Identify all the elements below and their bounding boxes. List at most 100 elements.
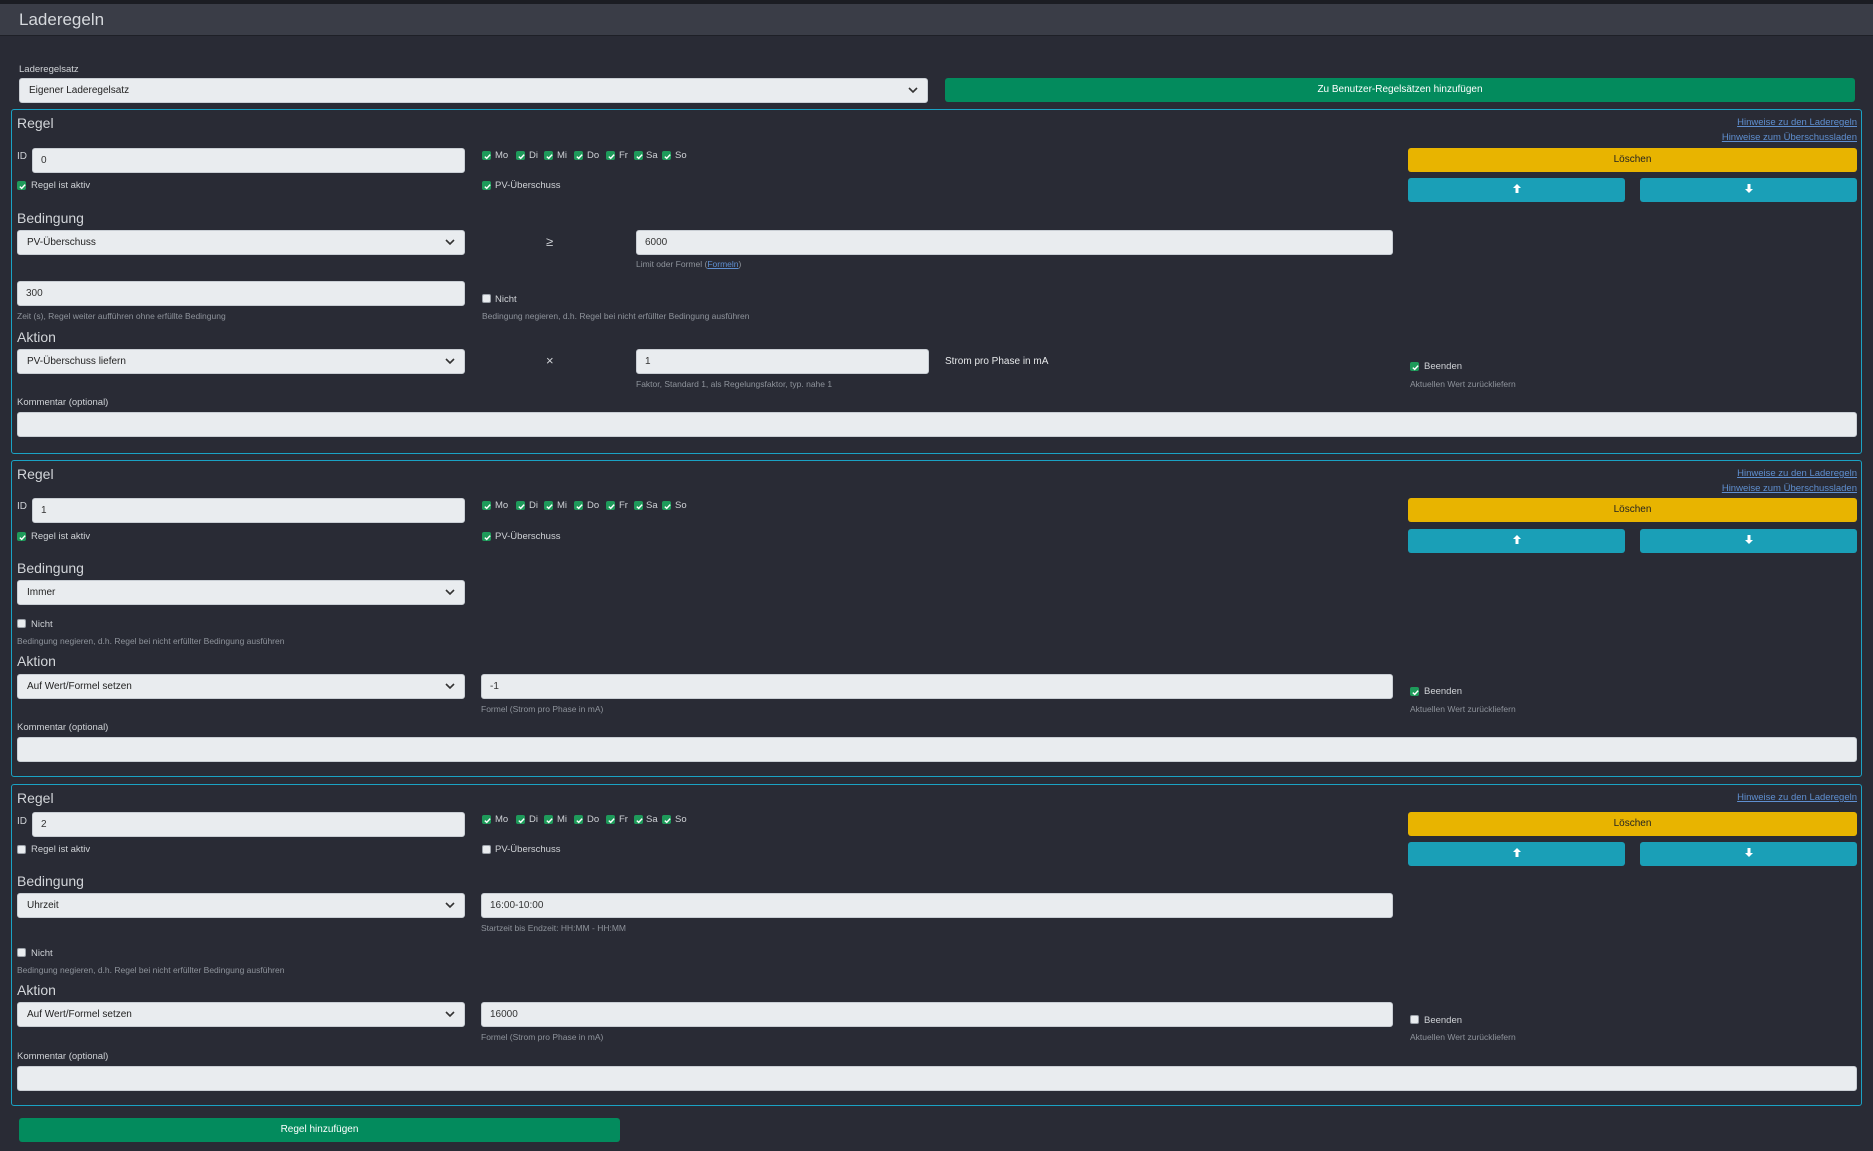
limit-input[interactable]: 6000	[636, 230, 1393, 255]
delete-button[interactable]: Löschen	[1408, 498, 1857, 522]
link-surplus-help[interactable]: Hinweise zum Überschussladen	[1722, 132, 1857, 143]
limit-help-text: Limit oder Formel (	[636, 259, 708, 269]
move-up-button[interactable]	[1408, 178, 1625, 202]
checkbox-fr[interactable]	[606, 501, 615, 510]
value-input[interactable]: 16000	[481, 1002, 1393, 1027]
checkbox-do[interactable]	[574, 815, 583, 824]
value-input[interactable]: -1	[481, 674, 1393, 699]
condition-heading: Bedingung	[17, 560, 84, 576]
finish-checkbox[interactable]	[1410, 1015, 1419, 1024]
checkbox-so[interactable]	[662, 501, 671, 510]
day-label-fr: Fr	[619, 150, 628, 161]
not-label: Nicht	[31, 948, 53, 959]
time-input[interactable]: 300	[17, 281, 465, 306]
checkbox-mi[interactable]	[544, 501, 553, 510]
checkbox-do[interactable]	[574, 151, 583, 160]
checkbox-so[interactable]	[662, 151, 671, 160]
action-select[interactable]: PV-Überschuss liefern	[17, 349, 465, 374]
finish-checkbox[interactable]	[1410, 687, 1419, 696]
day-label-fr: Fr	[619, 814, 628, 825]
delete-button[interactable]: Löschen	[1408, 148, 1857, 172]
day-label-mi: Mi	[557, 814, 568, 825]
checkbox-do[interactable]	[574, 501, 583, 510]
day-label-so: So	[675, 814, 687, 825]
not-checkbox[interactable]	[17, 948, 26, 957]
comment-input[interactable]	[17, 412, 1857, 437]
formulas-link[interactable]: Formeln	[707, 259, 738, 269]
check-icon	[546, 504, 553, 510]
checkbox-mi[interactable]	[544, 151, 553, 160]
day-label-do: Do	[587, 500, 600, 511]
comment-input[interactable]	[17, 1066, 1857, 1091]
move-down-button[interactable]	[1640, 529, 1857, 553]
checkbox-so[interactable]	[662, 815, 671, 824]
not-checkbox[interactable]	[17, 619, 26, 628]
not-help: Bedingung negieren, d.h. Regel bei nicht…	[17, 636, 285, 646]
link-surplus-help[interactable]: Hinweise zum Überschussladen	[1722, 483, 1857, 494]
action-heading: Aktion	[17, 653, 56, 669]
action-select[interactable]: Auf Wert/Formel setzen	[17, 674, 465, 699]
check-icon	[608, 818, 615, 824]
pv-surplus-checkbox[interactable]	[482, 181, 491, 190]
rule-heading: Regel	[17, 790, 54, 806]
condition-select[interactable]: PV-Überschuss	[17, 230, 465, 255]
checkbox-mo[interactable]	[482, 501, 491, 510]
active-checkbox[interactable]	[17, 532, 26, 541]
check-icon	[19, 535, 26, 541]
check-icon	[576, 154, 583, 160]
factor-input[interactable]: 1	[636, 349, 929, 374]
arrow-up-icon	[1512, 535, 1521, 544]
checkbox-fr[interactable]	[606, 151, 615, 160]
checkbox-mo[interactable]	[482, 815, 491, 824]
move-down-button[interactable]	[1640, 842, 1857, 866]
checkbox-mo[interactable]	[482, 151, 491, 160]
check-icon	[19, 184, 26, 190]
link-rules-help[interactable]: Hinweise zu den Laderegeln	[1737, 117, 1857, 128]
finish-checkbox[interactable]	[1410, 362, 1419, 371]
checkbox-di[interactable]	[516, 501, 525, 510]
checkbox-di[interactable]	[516, 151, 525, 160]
check-icon	[576, 818, 583, 824]
condition-select[interactable]: Immer	[17, 580, 465, 605]
link-rules-help[interactable]: Hinweise zu den Laderegeln	[1737, 468, 1857, 479]
time-range-input[interactable]: 16:00-10:00	[481, 893, 1393, 918]
add-rule-button[interactable]: Regel hinzufügen	[19, 1118, 620, 1142]
move-up-button[interactable]	[1408, 529, 1625, 553]
not-checkbox[interactable]	[482, 294, 491, 303]
checkbox-sa[interactable]	[634, 501, 643, 510]
not-help: Bedingung negieren, d.h. Regel bei nicht…	[17, 965, 285, 975]
delete-button[interactable]: Löschen	[1408, 812, 1857, 836]
link-rules-help[interactable]: Hinweise zu den Laderegeln	[1737, 792, 1857, 803]
chevron-down-icon	[908, 87, 918, 94]
pv-surplus-checkbox[interactable]	[482, 845, 491, 854]
multiply-symbol: ×	[546, 353, 554, 368]
day-label-sa: Sa	[646, 500, 658, 511]
checkbox-sa[interactable]	[634, 815, 643, 824]
checkbox-mi[interactable]	[544, 815, 553, 824]
add-to-user-rulesets-button[interactable]: Zu Benutzer-Regelsätzen hinzufügen	[945, 78, 1855, 102]
value-help: Formel (Strom pro Phase in mA)	[481, 1032, 604, 1042]
active-checkbox[interactable]	[17, 181, 26, 190]
time-help: Zeit (s), Regel weiter aufführen ohne er…	[17, 311, 226, 321]
action-select-value: PV-Überschuss liefern	[27, 356, 126, 367]
checkbox-sa[interactable]	[634, 151, 643, 160]
id-input[interactable]: 0	[32, 148, 465, 173]
active-checkbox[interactable]	[17, 845, 26, 854]
move-up-button[interactable]	[1408, 842, 1625, 866]
arrow-up-icon	[1512, 848, 1521, 857]
operator-symbol: ≥	[546, 234, 554, 249]
action-select[interactable]: Auf Wert/Formel setzen	[17, 1002, 465, 1027]
ruleset-select[interactable]: Eigener Laderegelsatz	[19, 78, 928, 103]
condition-select[interactable]: Uhrzeit	[17, 893, 465, 918]
checkbox-di[interactable]	[516, 815, 525, 824]
id-label: ID	[17, 501, 27, 512]
ruleset-select-value: Eigener Laderegelsatz	[29, 85, 130, 96]
id-input[interactable]: 2	[32, 812, 465, 837]
checkbox-fr[interactable]	[606, 815, 615, 824]
chevron-down-icon	[445, 358, 455, 365]
pv-surplus-checkbox[interactable]	[482, 532, 491, 541]
comment-input[interactable]	[17, 737, 1857, 762]
id-input[interactable]: 1	[32, 498, 465, 523]
check-icon	[664, 154, 671, 160]
move-down-button[interactable]	[1640, 178, 1857, 202]
